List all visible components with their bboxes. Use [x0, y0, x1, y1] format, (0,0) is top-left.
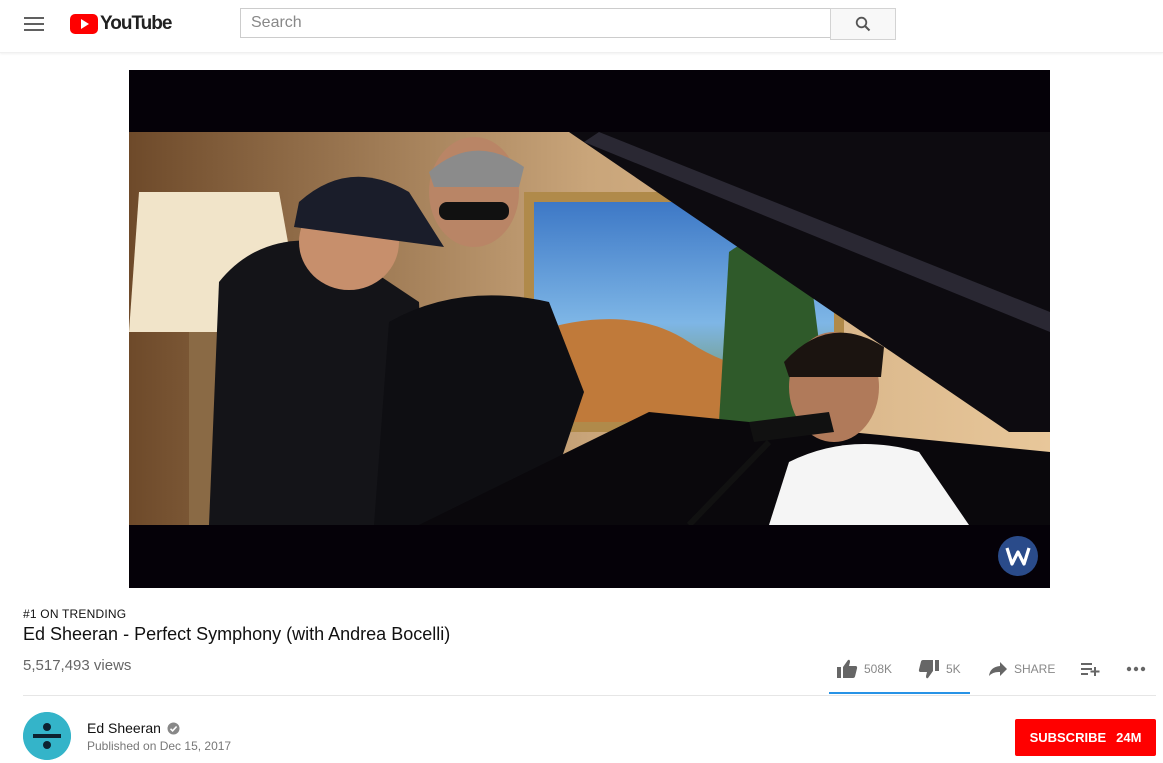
share-button[interactable]: SHARE	[988, 655, 1055, 683]
search-input[interactable]	[240, 8, 830, 38]
video-frame	[129, 132, 1050, 525]
like-count: 508K	[864, 662, 893, 676]
menu-icon[interactable]	[24, 15, 46, 35]
trending-badge[interactable]: #1 ON TRENDING	[23, 607, 126, 621]
thumbs-down-icon	[918, 660, 939, 679]
masthead: YouTube	[0, 0, 1163, 53]
add-to-playlist-button[interactable]	[1080, 655, 1100, 683]
search-icon	[855, 16, 871, 32]
youtube-logo[interactable]: YouTube	[70, 13, 172, 35]
logo-text: YouTube	[100, 13, 172, 34]
verified-icon	[167, 722, 180, 734]
subscribe-button[interactable]: SUBSCRIBE 24M	[1015, 719, 1156, 756]
sentiment-bar	[829, 692, 970, 694]
add-to-playlist-icon	[1081, 663, 1100, 676]
channel-name-text: Ed Sheeran	[87, 720, 161, 736]
more-icon	[1126, 666, 1146, 672]
view-count: 5,517,493 views	[23, 657, 132, 674]
dislike-count: 5K	[946, 662, 961, 676]
youtube-play-icon	[70, 14, 98, 34]
divider	[23, 695, 1156, 696]
share-icon	[989, 662, 1007, 676]
channel-avatar[interactable]	[23, 712, 71, 760]
subscribe-label: SUBSCRIBE	[1029, 730, 1107, 745]
like-button[interactable]: 508K	[836, 655, 892, 683]
search-button[interactable]	[830, 8, 896, 40]
warner-logo	[998, 536, 1038, 576]
publish-date: Published on Dec 15, 2017	[87, 739, 232, 753]
more-actions-button[interactable]	[1126, 655, 1146, 683]
channel-name[interactable]: Ed Sheeran	[87, 720, 180, 736]
video-title: Ed Sheeran - Perfect Symphony (with Andr…	[23, 624, 451, 644]
thumbs-up-icon	[837, 659, 858, 678]
subscriber-count: 24M	[1116, 730, 1142, 745]
share-label: SHARE	[1014, 662, 1056, 676]
video-player[interactable]	[129, 70, 1050, 588]
dislike-button[interactable]: 5K	[918, 655, 961, 683]
